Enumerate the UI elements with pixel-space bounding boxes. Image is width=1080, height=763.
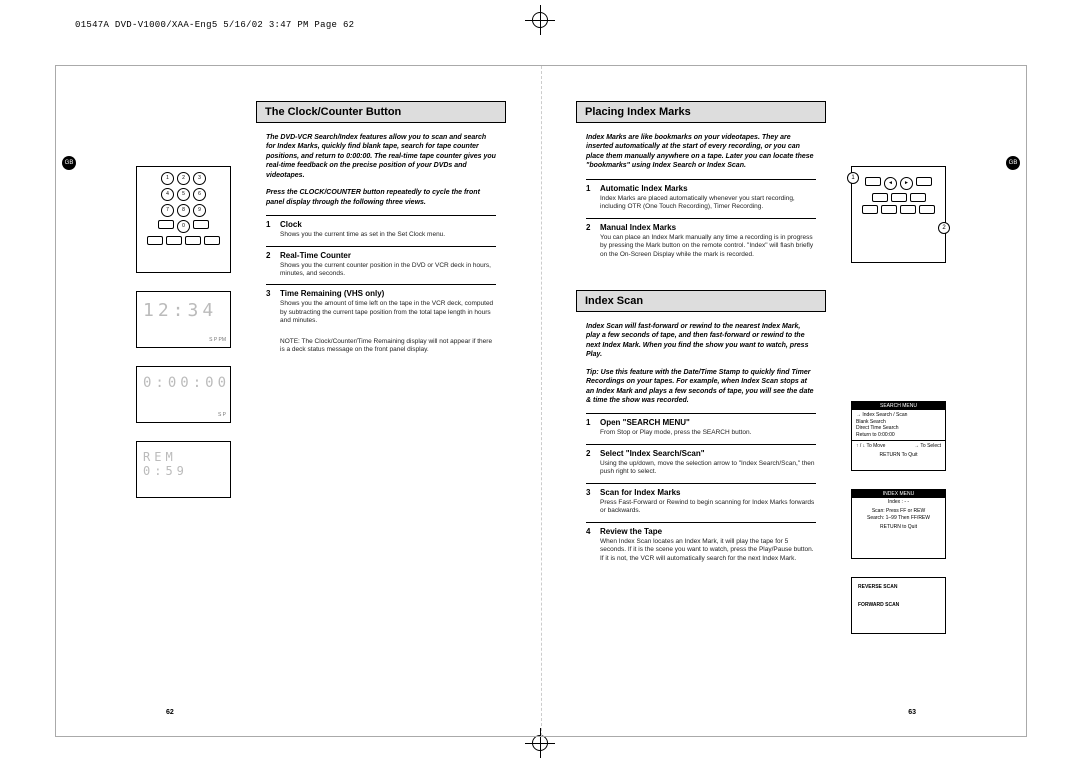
step-row: 4 Review the Tape When Index Scan locate…: [586, 522, 816, 569]
step-row: 2 Select "Index Search/Scan" Using the u…: [586, 444, 816, 483]
remote-illustration: 1 2 ◄►: [851, 166, 946, 263]
intro-paragraph: The DVD-VCR Search/Index features allow …: [266, 133, 496, 180]
step-row: 1 Clock Shows you the current time as se…: [266, 215, 496, 245]
osd-index-menu: INDEX MENU Index : - - Scan: Press FF or…: [851, 489, 946, 559]
page-number: 62: [166, 709, 174, 716]
intro-paragraph: Index Marks are like bookmarks on your v…: [586, 133, 816, 171]
section-title-clock-counter: The Clock/Counter Button: [256, 101, 506, 123]
intro-paragraph: Index Scan will fast-forward or rewind t…: [586, 322, 816, 360]
step-row: 2 Manual Index Marks You can place an In…: [586, 218, 816, 265]
osd-scan-direction: REVERSE SCAN FORWARD SCAN: [851, 577, 946, 634]
step-row: 1 Open "SEARCH MENU" From Stop or Play m…: [586, 413, 816, 443]
section-title-placing-marks: Placing Index Marks: [576, 101, 826, 123]
tip-paragraph: Tip: Use this feature with the Date/Time…: [586, 368, 816, 406]
section-title-index-scan: Index Scan: [576, 290, 826, 312]
step-row: 1 Automatic Index Marks Index Marks are …: [586, 179, 816, 218]
page-63: GB Placing Index Marks Index Marks are l…: [541, 66, 1026, 736]
page-spread: GB 123 456 789 0 12:34 S P PM 0:00:00 S …: [55, 65, 1027, 737]
language-badge: GB: [62, 156, 76, 170]
crop-mark-top: [525, 5, 555, 35]
intro-paragraph-2: Press the CLOCK/COUNTER button repeatedl…: [266, 188, 496, 207]
page-number: 63: [908, 709, 916, 716]
osd-search-menu: SEARCH MENU → Index Search / Scan Blank …: [851, 401, 946, 471]
left-image-column: 123 456 789 0 12:34 S P PM 0:00:00 S P R…: [136, 166, 231, 516]
step-row: 2 Real-Time Counter Shows you the curren…: [266, 246, 496, 285]
print-header: 01547A DVD-V1000/XAA-Eng5 5/16/02 3:47 P…: [75, 20, 354, 30]
step-row: 3 Time Remaining (VHS only) Shows you th…: [266, 284, 496, 331]
display-remaining: REM 0:59: [136, 441, 231, 498]
right-image-column: 1 2 ◄► SEARCH MENU → Index Search / Scan…: [851, 166, 946, 652]
right-text-column: Placing Index Marks Index Marks are like…: [576, 101, 826, 569]
note-text: NOTE: The Clock/Counter/Time Remaining d…: [280, 338, 496, 355]
remote-illustration: 123 456 789 0: [136, 166, 231, 273]
step-row: 3 Scan for Index Marks Press Fast-Forwar…: [586, 483, 816, 522]
language-badge: GB: [1006, 156, 1020, 170]
display-clock: 12:34 S P PM: [136, 291, 231, 348]
page-62: GB 123 456 789 0 12:34 S P PM 0:00:00 S …: [56, 66, 542, 736]
left-text-column: The Clock/Counter Button The DVD-VCR Sea…: [256, 101, 506, 355]
display-counter: 0:00:00 S P: [136, 366, 231, 423]
